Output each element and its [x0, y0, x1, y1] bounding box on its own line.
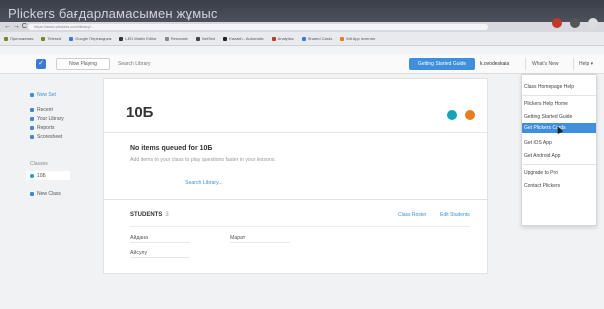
student-name: Айдана: [130, 235, 190, 243]
sidebar-item-label: Your Library: [37, 116, 64, 122]
divider: [104, 132, 487, 133]
extension-icons: [552, 18, 598, 28]
video-title: Plickers бағдарламасымен жұмыс: [8, 6, 218, 21]
empty-queue-hint: Add items to your class to play question…: [130, 157, 276, 163]
bookmark-icon: [271, 36, 276, 41]
now-playing-button[interactable]: Now Playing: [56, 58, 110, 70]
class-title: 10Б: [126, 104, 154, 121]
help-button[interactable]: Help ▾: [573, 58, 593, 70]
bookmark-icon: [195, 36, 200, 41]
bookmark-icon: [223, 36, 228, 41]
menu-divider: [522, 95, 596, 96]
bookmark-label: Shared Cards: [307, 36, 333, 41]
class-dot-icon: [30, 174, 34, 178]
edit-students-link[interactable]: Edit Students: [440, 212, 470, 218]
bookmark-label: Mit App Inventor: [346, 36, 376, 41]
students-count: 3: [165, 212, 169, 218]
bookmark-label: Renovate: [170, 36, 188, 41]
menu-item-upgrade-to-pro[interactable]: Upgrade to Pro: [524, 170, 558, 176]
extension-icon[interactable]: [570, 18, 580, 28]
bookmark-label: Приложения: [10, 36, 34, 41]
bookmark-icon: [340, 36, 345, 41]
getting-started-button[interactable]: Getting Started Guide: [409, 58, 475, 70]
search-library-link[interactable]: Search Library...: [185, 180, 223, 186]
bookmark-label: Telesеd: [47, 36, 62, 41]
sidebar-item-label: New Class: [37, 191, 61, 197]
gear-icon[interactable]: [465, 110, 475, 120]
new-set-icon: [30, 93, 34, 97]
bookmark-icon: [164, 36, 169, 41]
students-heading: STUDENTS 3: [130, 212, 169, 218]
whats-new-button[interactable]: What's New: [525, 58, 559, 70]
bookmark-icon: [69, 36, 74, 41]
empty-queue-heading: No items queued for 10Б: [130, 145, 213, 152]
help-dropdown-menu: [521, 74, 597, 226]
plickers-logo-icon[interactable]: ✓: [36, 59, 46, 69]
bookmark-icon: [301, 36, 306, 41]
extension-icon[interactable]: [552, 18, 562, 28]
user-menu[interactable]: k.ovodeskaia: [480, 58, 509, 70]
bookmark-icon: [4, 36, 8, 41]
bookmark-label: Google Переводчик: [75, 36, 112, 41]
scoresheet-icon: [30, 135, 34, 139]
bookmark-item[interactable]: Telesеd: [41, 36, 61, 41]
sidebar-classes-heading: Classes: [30, 161, 48, 167]
menu-item-plickers-help-home[interactable]: Plickers Help Home: [524, 101, 568, 107]
menu-item-contact-plickers[interactable]: Contact Plickers: [524, 183, 560, 189]
sidebar-item-label: New Set: [37, 92, 56, 98]
sidebar-item-class-10b[interactable]: 10Б: [30, 173, 46, 179]
bookmark-label: LED Matrix Editor: [125, 36, 157, 41]
bookmark-label: Analytics: [277, 36, 294, 41]
bookmark-item[interactable]: Google Переводчик: [69, 36, 111, 41]
menu-item-get-ios-app[interactable]: Get iOS App: [524, 140, 552, 146]
plus-icon: [30, 192, 34, 196]
bookmark-item[interactable]: LED Matrix Editor: [119, 36, 157, 41]
sidebar-item-label: Reports: [37, 125, 55, 131]
sidebar-item-label: Recent: [37, 107, 53, 113]
library-icon: [30, 117, 34, 121]
students-label: STUDENTS: [130, 212, 163, 218]
search-library-input[interactable]: [116, 58, 406, 70]
bookmark-item[interactable]: Analytics: [271, 36, 294, 41]
clock-icon: [30, 108, 34, 112]
sidebar-item-scoresheet[interactable]: Scoresheet: [30, 134, 62, 140]
bookmark-item[interactable]: Renovate: [164, 36, 188, 41]
sidebar-item-label: 10Б: [37, 173, 46, 179]
sidebar-item-new-class[interactable]: New Class: [30, 191, 61, 197]
student-name: Марат: [230, 235, 290, 243]
bookmark-label: NetSed: [201, 36, 216, 41]
sidebar-item-new-set[interactable]: New Set: [30, 92, 56, 98]
bookmark-item[interactable]: Kazakh - Automatic: [223, 36, 264, 41]
bookmark-icon: [41, 36, 46, 41]
sidebar-item-label: Scoresheet: [37, 134, 63, 140]
bookmark-item[interactable]: Shared Cards: [301, 36, 333, 41]
sidebar-item-recent[interactable]: Recent: [30, 107, 53, 113]
menu-divider: [522, 164, 596, 165]
class-roster-link[interactable]: Class Roster: [398, 212, 427, 218]
bookmark-item[interactable]: NetSed: [195, 36, 216, 41]
url-bar[interactable]: https://www.plickers.com/library/...: [28, 24, 488, 30]
menu-item-class-homepage-help[interactable]: Class Homepage Help: [524, 84, 574, 90]
graduation-cap-icon[interactable]: [447, 110, 457, 120]
bookmark-item[interactable]: Mit App Inventor: [340, 36, 375, 41]
bookmark-icon: [119, 36, 124, 41]
sidebar-item-reports[interactable]: Reports: [30, 125, 55, 131]
bookmarks-bar: Приложения Telesеd Google Переводчик LED…: [0, 32, 604, 46]
sidebar-item-your-library[interactable]: Your Library: [30, 116, 64, 122]
student-name: Айсулу: [130, 250, 190, 258]
divider: [130, 226, 470, 227]
bookmark-item[interactable]: Приложения: [4, 36, 33, 41]
bookmark-label: Kazakh - Automatic: [229, 36, 264, 41]
menu-item-get-android-app[interactable]: Get Android App: [524, 153, 560, 159]
reports-icon: [30, 126, 34, 130]
menu-item-getting-started-guide[interactable]: Getting Started Guide: [524, 114, 572, 120]
share-icon[interactable]: [588, 18, 598, 28]
